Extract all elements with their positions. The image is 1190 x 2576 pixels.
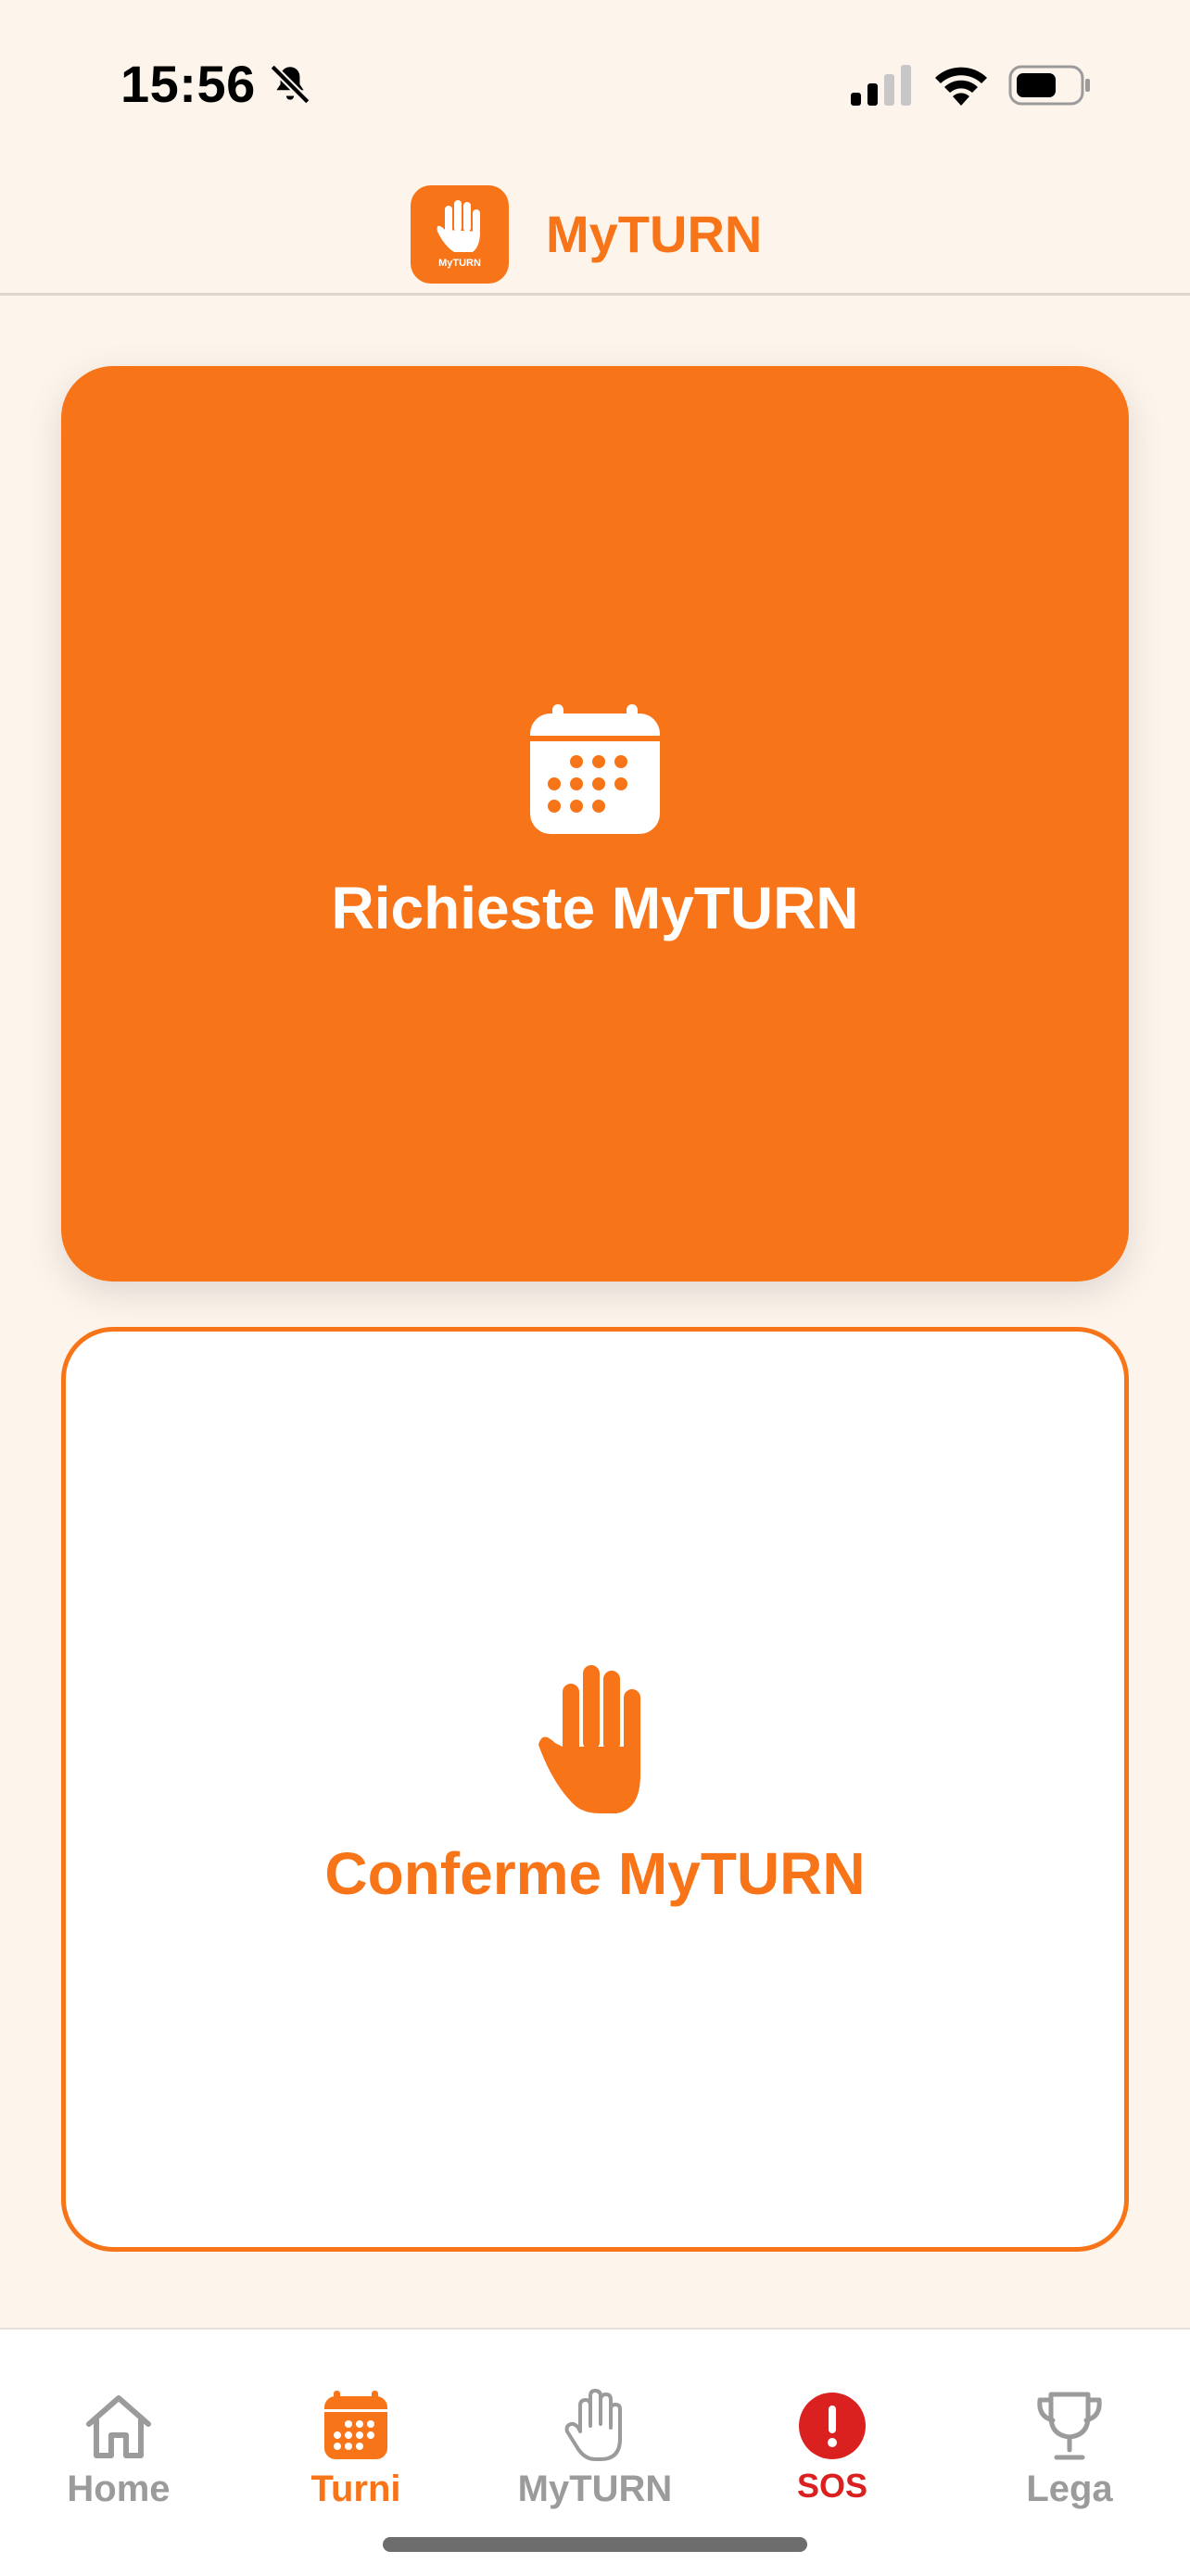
calendar-icon <box>324 2391 387 2459</box>
status-bar: 15:56 <box>0 0 1190 167</box>
tab-turni[interactable]: Turni <box>237 2330 475 2509</box>
tab-turni-label: Turni <box>310 2469 401 2509</box>
tab-myturn[interactable]: MyTURN <box>476 2330 714 2509</box>
hand-icon <box>564 2389 622 2461</box>
requests-card-label: Richieste MyTURN <box>331 875 859 941</box>
tab-lega-label: Lega <box>1026 2469 1113 2509</box>
confirmations-card-label: Conferme MyTURN <box>324 1840 866 1907</box>
battery-icon <box>1008 65 1090 106</box>
tab-sos-label: SOS <box>796 2467 868 2505</box>
logo-text: MyTURN <box>438 258 481 269</box>
requests-card[interactable]: Richieste MyTURN <box>61 366 1129 1282</box>
confirmations-card[interactable]: Conferme MyTURN <box>61 1327 1129 2252</box>
cellular-signal-icon <box>851 65 911 106</box>
tab-home[interactable]: Home <box>0 2330 237 2509</box>
calendar-icon <box>530 704 660 834</box>
status-time: 15:56 <box>120 55 256 113</box>
tab-lega[interactable]: Lega <box>951 2330 1188 2509</box>
hand-icon <box>538 1665 640 1813</box>
app-logo: MyTURN <box>411 185 509 284</box>
alert-icon <box>799 2393 866 2459</box>
tab-myturn-label: MyTURN <box>517 2469 673 2509</box>
page-title: MyTURN <box>546 205 763 263</box>
tab-sos[interactable]: SOS <box>714 2330 951 2506</box>
tab-home-label: Home <box>67 2469 171 2509</box>
hand-icon <box>437 200 480 252</box>
wifi-icon <box>935 67 987 106</box>
trophy-icon <box>1037 2392 1102 2460</box>
app-header: MyTURN MyTURN <box>0 167 1190 296</box>
bell-muted-icon <box>270 64 310 105</box>
home-icon <box>86 2395 151 2458</box>
home-indicator[interactable] <box>383 2537 807 2552</box>
